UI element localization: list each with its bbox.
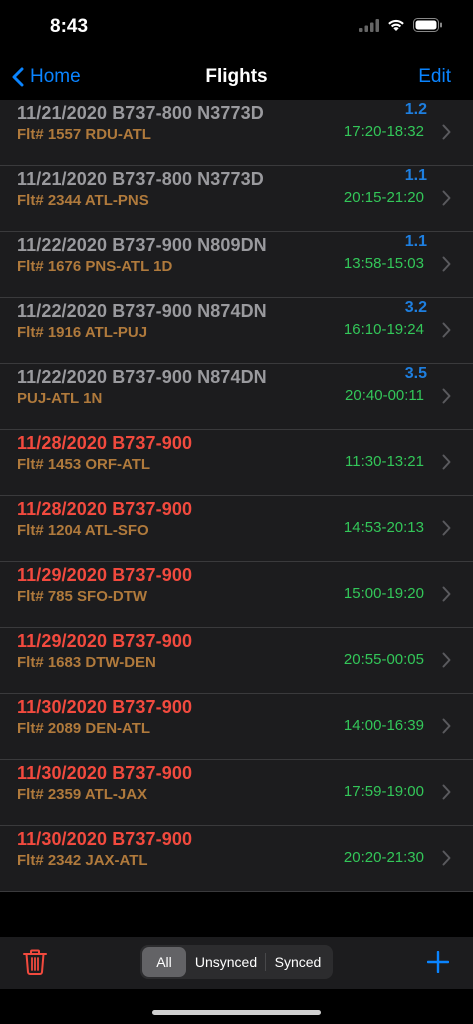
flight-times: 20:40-00:11 bbox=[345, 387, 424, 404]
flight-row[interactable]: 11/29/2020 B737-900 Flt# 785 SFO-DTW 15:00… bbox=[0, 562, 473, 628]
status-bar: 8:43 bbox=[0, 0, 473, 54]
flight-route: PUJ-ATL 1N bbox=[17, 390, 103, 407]
navigation-bar: Home Flights Edit bbox=[0, 54, 473, 100]
sync-filter-segmented-control: All Unsynced Synced bbox=[140, 945, 333, 979]
flight-route: Flt# 785 SFO-DTW bbox=[17, 588, 148, 605]
flight-row[interactable]: 11/28/2020 B737-900 Flt# 1453 ORF-ATL 11:3… bbox=[0, 430, 473, 496]
flight-row[interactable]: 11/22/2020 B737-900 N809DN Flt# 1676 PNS-… bbox=[0, 232, 473, 298]
flight-title: 11/29/2020 B737-900 bbox=[17, 631, 193, 651]
flight-route: Flt# 1453 ORF-ATL bbox=[17, 456, 151, 473]
flight-route: Flt# 2089 DEN-ATL bbox=[17, 720, 151, 737]
flight-times: 15:00-19:20 bbox=[343, 585, 424, 602]
flight-times: 11:30-13:21 bbox=[345, 453, 424, 470]
flight-title: 11/21/2020 B737-800 N3773D bbox=[17, 169, 264, 189]
flight-title: 11/30/2020 B737-900 bbox=[17, 829, 193, 849]
chevron-right-icon bbox=[442, 388, 451, 409]
flight-route: Flt# 1683 DTW-DEN bbox=[17, 654, 156, 671]
flight-hours: 3.5 bbox=[404, 365, 427, 382]
flight-hours: 1.2 bbox=[404, 101, 427, 118]
flight-title: 11/30/2020 B737-900 bbox=[17, 763, 193, 783]
flight-title: 11/29/2020 B737-900 bbox=[17, 565, 193, 585]
flight-row[interactable]: 11/28/2020 B737-900 Flt# 1204 ATL-SFO 14:5… bbox=[0, 496, 473, 562]
flight-times: 13:58-15:03 bbox=[343, 255, 424, 272]
flight-times: 14:53-20:13 bbox=[343, 519, 424, 536]
flight-title: 11/22/2020 B737-900 N874DN bbox=[17, 301, 267, 321]
segment-unsynced[interactable]: Unsynced bbox=[187, 947, 265, 977]
flight-route: Flt# 2359 ATL-JAX bbox=[17, 786, 148, 803]
chevron-right-icon bbox=[442, 256, 451, 277]
delete-button[interactable] bbox=[23, 949, 47, 980]
flight-row[interactable]: 11/22/2020 B737-900 N874DN PUJ-ATL 1N 3.5 2… bbox=[0, 364, 473, 430]
flight-route: Flt# 1557 RDU-ATL bbox=[17, 126, 151, 143]
flight-row[interactable]: 11/30/2020 B737-900 Flt# 2342 JAX-ATL 20:2… bbox=[0, 826, 473, 892]
status-time: 8:43 bbox=[50, 16, 89, 37]
flight-row[interactable]: 11/21/2020 B737-800 N3773D Flt# 2344 ATL-… bbox=[0, 166, 473, 232]
flight-title: 11/22/2020 B737-900 N874DN bbox=[17, 367, 267, 387]
chevron-right-icon bbox=[442, 454, 451, 475]
flight-route: Flt# 1204 ATL-SFO bbox=[17, 522, 149, 539]
flight-hours: 3.2 bbox=[404, 299, 427, 316]
chevron-right-icon bbox=[442, 718, 451, 739]
flight-route: Flt# 2342 JAX-ATL bbox=[17, 852, 148, 869]
flight-row[interactable]: 11/21/2020 B737-800 N3773D Flt# 1557 RDU-… bbox=[0, 100, 473, 166]
battery-icon bbox=[413, 18, 442, 32]
plus-icon bbox=[426, 950, 450, 974]
home-indicator bbox=[152, 1010, 321, 1015]
status-icons bbox=[359, 18, 443, 32]
flight-row[interactable]: 11/30/2020 B737-900 Flt# 2089 DEN-ATL 14:0… bbox=[0, 694, 473, 760]
flight-row[interactable]: 11/30/2020 B737-900 Flt# 2359 ATL-JAX 17:5… bbox=[0, 760, 473, 826]
flight-list: 11/21/2020 B737-800 N3773D Flt# 1557 RDU-… bbox=[0, 100, 473, 892]
chevron-right-icon bbox=[442, 784, 451, 805]
chevron-right-icon bbox=[442, 652, 451, 673]
chevron-right-icon bbox=[442, 520, 451, 541]
flight-title: 11/28/2020 B737-900 bbox=[17, 499, 193, 519]
segment-all[interactable]: All bbox=[142, 947, 186, 977]
chevron-right-icon bbox=[442, 850, 451, 871]
flight-route: Flt# 1676 PNS-ATL 1D bbox=[17, 258, 173, 275]
wifi-icon bbox=[388, 19, 404, 31]
flight-row[interactable]: 11/22/2020 B737-900 N874DN Flt# 1916 ATL-… bbox=[0, 298, 473, 364]
flight-route: Flt# 2344 ATL-PNS bbox=[17, 192, 149, 209]
bottom-toolbar: All Unsynced Synced bbox=[0, 937, 473, 989]
signal-icon bbox=[359, 18, 379, 32]
edit-button[interactable]: Edit bbox=[418, 66, 451, 88]
segment-synced[interactable]: Synced bbox=[266, 947, 330, 977]
flight-row[interactable]: 11/29/2020 B737-900 Flt# 1683 DTW-DEN 20:5… bbox=[0, 628, 473, 694]
flight-times: 20:20-21:30 bbox=[343, 849, 424, 866]
page-title: Flights bbox=[205, 66, 268, 87]
flight-title: 11/22/2020 B737-900 N809DN bbox=[17, 235, 267, 255]
flight-title: 11/21/2020 B737-800 N3773D bbox=[17, 103, 264, 123]
chevron-right-icon bbox=[442, 124, 451, 145]
add-flight-button[interactable] bbox=[426, 950, 450, 978]
flight-route: Flt# 1916 ATL-PUJ bbox=[17, 324, 148, 341]
flight-times: 20:55-00:05 bbox=[343, 651, 424, 668]
flight-times: 17:59-19:00 bbox=[343, 783, 424, 800]
flight-times: 20:15-21:20 bbox=[343, 189, 424, 206]
flight-times: 16:10-19:24 bbox=[343, 321, 424, 338]
flight-hours: 1.1 bbox=[404, 167, 427, 184]
chevron-right-icon bbox=[442, 586, 451, 607]
flight-title: 11/28/2020 B737-900 bbox=[17, 433, 193, 453]
trash-icon bbox=[23, 949, 47, 975]
chevron-right-icon bbox=[442, 322, 451, 343]
flight-times: 14:00-16:39 bbox=[343, 717, 424, 734]
flight-times: 17:20-18:32 bbox=[343, 123, 424, 140]
flight-hours: 1.1 bbox=[404, 233, 427, 250]
flight-title: 11/30/2020 B737-900 bbox=[17, 697, 193, 717]
chevron-right-icon bbox=[442, 190, 451, 211]
